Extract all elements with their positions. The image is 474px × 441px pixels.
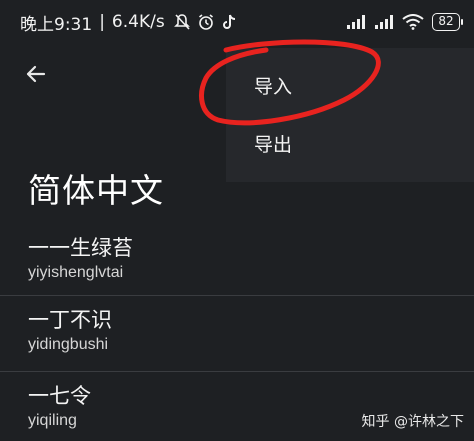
status-separator: |: [99, 12, 105, 32]
overflow-menu: 导入 导出: [226, 48, 474, 182]
battery-icon: 82: [432, 13, 463, 31]
menu-item-export[interactable]: 导出: [254, 130, 292, 157]
list-item-term: 一一生绿苔: [28, 236, 133, 260]
status-right: 82: [346, 13, 463, 31]
list-item[interactable]: 一丁不识 yidingbushi: [0, 296, 474, 372]
section-title: 简体中文: [28, 171, 164, 210]
list-item-term: 一丁不识: [28, 308, 112, 332]
list-item-pinyin: yiqiling: [28, 412, 77, 429]
network-speed: 6.4K/s: [111, 12, 165, 32]
list-item-term: 一七令: [28, 384, 91, 408]
list-item-pinyin: yiyishenglvtai: [28, 264, 124, 281]
status-bar: 晚上9:31 | 6.4K/s 82: [0, 0, 474, 44]
status-time: 晚上9:31: [20, 14, 93, 35]
list-item[interactable]: 一一生绿苔 yiyishenglvtai: [0, 224, 474, 296]
watermark: 知乎 @许林之下: [361, 414, 464, 430]
idiom-list: 一一生绿苔 yiyishenglvtai 一丁不识 yidingbushi 一七…: [0, 224, 474, 441]
menu-item-import[interactable]: 导入: [254, 72, 292, 99]
battery-level: 82: [438, 14, 454, 28]
status-left: 晚上9:31 | 6.4K/s: [20, 10, 165, 35]
mute-icon: [173, 14, 190, 30]
signal-icon: [347, 15, 365, 29]
tiktok-icon: [222, 14, 235, 29]
status-notification-icons: [173, 13, 237, 31]
wifi-icon: [402, 14, 424, 30]
alarm-icon: [198, 14, 213, 30]
signal-icon: [375, 15, 393, 29]
list-item-pinyin: yidingbushi: [28, 336, 109, 353]
back-arrow-icon[interactable]: [24, 62, 48, 86]
